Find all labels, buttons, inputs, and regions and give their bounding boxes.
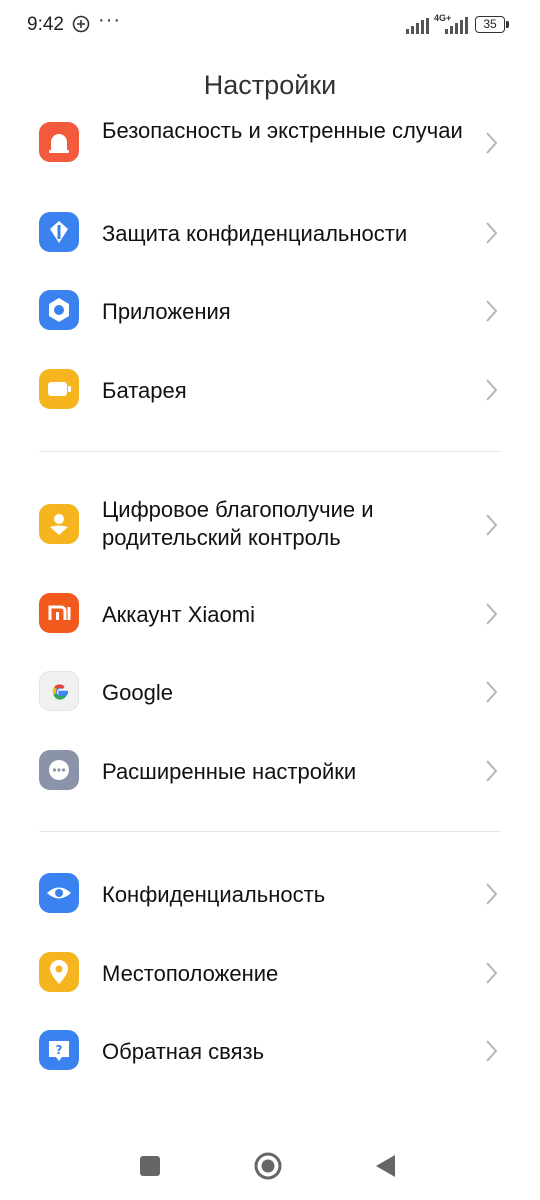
more-notifications-icon: ··· — [98, 9, 121, 31]
settings-item-label: Местоположение — [102, 961, 279, 986]
settings-item-label: Конфиденциальность — [102, 882, 326, 907]
settings-item-label: Аккаунт Xiaomi — [102, 602, 255, 627]
chevron-right-icon — [484, 679, 500, 705]
privacy-shield-icon — [39, 212, 79, 252]
section-divider — [39, 451, 501, 452]
eye-icon — [39, 873, 79, 913]
chevron-right-icon — [484, 220, 500, 246]
settings-item-label: Google — [102, 680, 173, 705]
chevron-right-icon — [484, 512, 500, 538]
settings-item-google[interactable]: Google — [0, 671, 540, 715]
feedback-icon: ? — [39, 1030, 79, 1070]
svg-text:?: ? — [56, 1043, 63, 1057]
settings-item-advanced[interactable]: Расширенные настройки — [0, 750, 540, 794]
chevron-right-icon — [484, 377, 500, 403]
recents-button[interactable] — [130, 1146, 170, 1186]
battery-icon — [39, 369, 79, 409]
settings-item-privacy[interactable]: Конфиденциальность — [0, 873, 540, 917]
settings-item-label: Батарея — [102, 378, 187, 403]
settings-item-label: Защита конфиденциальности — [102, 221, 408, 246]
chevron-right-icon — [484, 1038, 500, 1064]
chevron-right-icon — [484, 130, 500, 156]
chevron-right-icon — [484, 881, 500, 907]
section-divider — [39, 831, 501, 832]
settings-item-label: Расширенные настройки — [102, 759, 357, 784]
back-button[interactable] — [366, 1146, 406, 1186]
page-title: Настройки — [203, 70, 337, 100]
settings-item-label: Цифровое благополучие и родительский кон… — [102, 497, 374, 550]
settings-item-feedback[interactable]: ? Обратная связь — [0, 1030, 540, 1074]
notification-icon — [72, 15, 90, 33]
settings-item-label: Безопасность и экстренные случаи — [102, 118, 463, 143]
circle-home-icon — [254, 1152, 282, 1180]
settings-item-digital-wellbeing[interactable]: Цифровое благополучие и родительский кон… — [0, 496, 540, 556]
settings-item-xiaomi-account[interactable]: Аккаунт Xiaomi — [0, 593, 540, 637]
settings-item-privacy-protection[interactable]: Защита конфиденциальности — [0, 212, 540, 256]
settings-item-battery[interactable]: Батарея — [0, 369, 540, 413]
status-time: 9:42 — [27, 14, 64, 35]
home-button[interactable] — [248, 1146, 288, 1186]
apps-hexagon-icon — [39, 290, 79, 330]
settings-item-safety[interactable]: Безопасность и экстренные случаи — [0, 118, 540, 178]
navigation-bar — [0, 1136, 540, 1196]
xiaomi-mi-icon — [39, 593, 79, 633]
chevron-right-icon — [484, 960, 500, 986]
wellbeing-icon — [39, 504, 79, 544]
chevron-right-icon — [484, 298, 500, 324]
location-pin-icon — [39, 952, 79, 992]
status-bar: 9:42 ··· 4G+ 35 — [0, 0, 540, 50]
more-dots-icon — [39, 750, 79, 790]
battery-tip-icon — [506, 21, 509, 28]
settings-item-apps[interactable]: Приложения — [0, 290, 540, 334]
signal-2-icon — [433, 14, 469, 34]
google-icon — [39, 671, 79, 711]
settings-item-location[interactable]: Местоположение — [0, 952, 540, 996]
back-triangle-icon — [376, 1155, 395, 1177]
emergency-icon — [39, 122, 79, 162]
chevron-right-icon — [484, 758, 500, 784]
battery-level: 35 — [475, 16, 505, 33]
square-icon — [140, 1156, 160, 1176]
settings-item-label: Обратная связь — [102, 1039, 265, 1064]
settings-item-label: Приложения — [102, 299, 231, 324]
chevron-right-icon — [484, 601, 500, 627]
signal-icon — [406, 18, 430, 34]
